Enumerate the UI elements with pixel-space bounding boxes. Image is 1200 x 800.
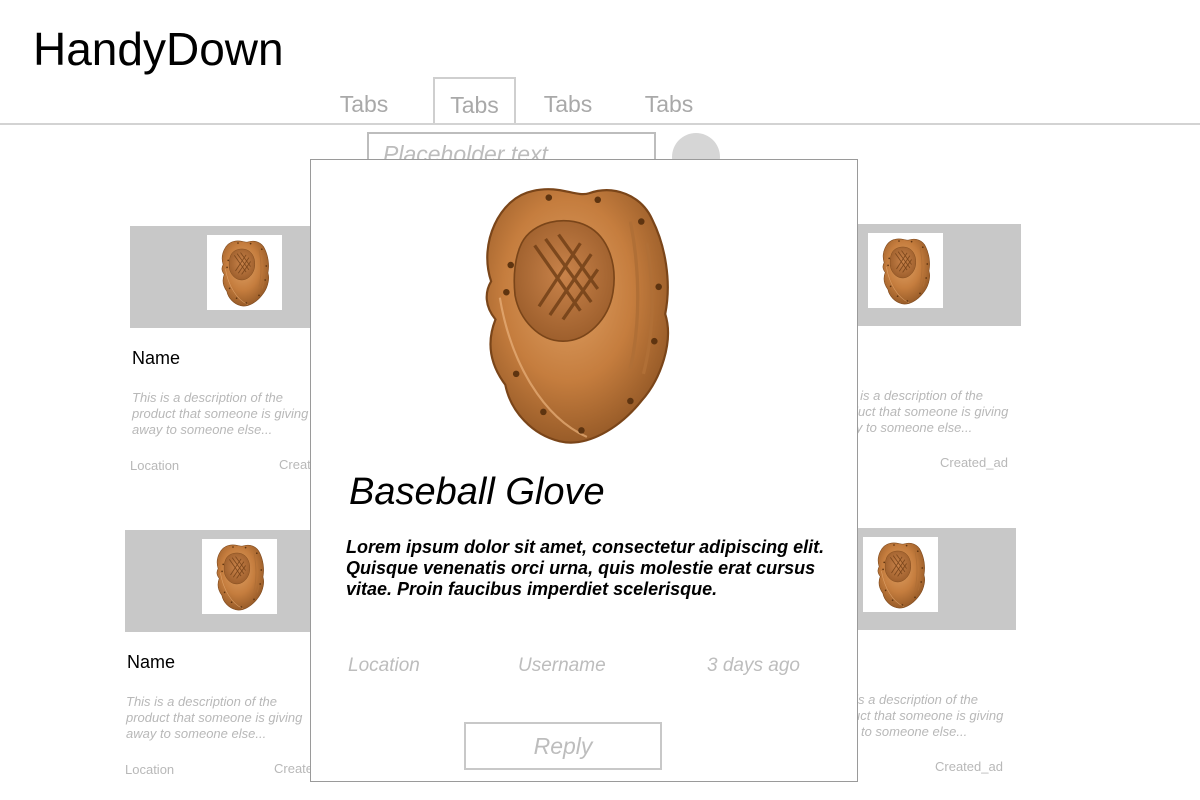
card-image-area <box>831 224 1021 326</box>
baseball-glove-icon <box>466 178 686 450</box>
card-description: This is a description of the product tha… <box>132 390 309 437</box>
card-thumbnail <box>202 539 277 614</box>
card-location: Location <box>125 762 175 777</box>
card-thumbnail <box>868 233 943 308</box>
tab-bar-divider <box>0 123 1200 125</box>
card-description: This is a description of the product tha… <box>126 694 303 741</box>
card-thumbnail <box>207 235 282 310</box>
modal-title: Baseball Glove <box>349 471 605 513</box>
card-location: Location <box>130 458 180 473</box>
reply-button[interactable]: Reply <box>464 722 662 770</box>
card-description: This is a description of the product tha… <box>832 388 1009 435</box>
tab-3[interactable]: Tabs <box>532 88 604 122</box>
modal-username[interactable]: Username <box>518 654 606 678</box>
app-title: HandyDown <box>33 23 284 75</box>
card-name: Name <box>132 348 181 368</box>
baseball-glove-icon <box>210 542 270 612</box>
modal-time-ago: 3 days ago <box>707 655 800 676</box>
card-created: Created_ad <box>935 759 1003 774</box>
tab-2-active[interactable]: Tabs <box>433 77 516 123</box>
baseball-glove-icon <box>876 236 936 306</box>
card-image-area <box>130 226 320 328</box>
card-name: Name <box>127 652 176 672</box>
baseball-glove-icon <box>871 540 931 610</box>
card-image-area <box>125 530 315 632</box>
modal-location: Location <box>348 655 420 676</box>
modal-description: Lorem ipsum dolor sit amet, consectetur … <box>346 537 825 599</box>
tab-1[interactable]: Tabs <box>328 88 400 122</box>
product-detail-modal: Baseball Glove Lorem ipsum dolor sit ame… <box>310 159 858 782</box>
tab-4[interactable]: Tabs <box>633 88 705 122</box>
baseball-glove-icon <box>215 238 275 308</box>
card-created: Created_ad <box>940 455 1008 470</box>
card-thumbnail <box>863 537 938 612</box>
